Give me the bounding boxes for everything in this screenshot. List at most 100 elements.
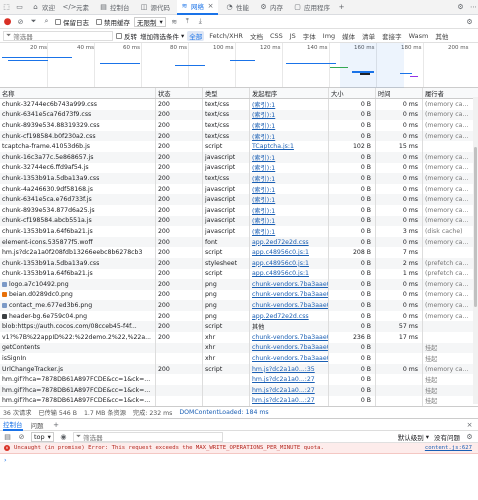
column-header-size[interactable]: 大小 (329, 88, 375, 98)
cell-initiator[interactable]: (索引):1 (250, 99, 328, 110)
filter-chip-css[interactable]: CSS (268, 31, 285, 41)
table-row[interactable]: chunk-8939e534.88319329.css 200 text/css (索… (0, 120, 478, 131)
eye-icon[interactable]: ◉ (59, 432, 68, 441)
cell-initiator[interactable]: app.2ed72e2d.css (250, 311, 328, 322)
drawer-tab-issues[interactable]: 问题 (31, 418, 44, 431)
timeline-overview[interactable]: 20 ms 40 ms 60 ms 80 ms 100 ms 120 ms 14… (0, 43, 478, 88)
cell-initiator[interactable]: (索引):1 (250, 184, 328, 195)
cell-initiator[interactable]: (索引):1 (250, 131, 328, 142)
cell-initiator[interactable]: chunk-vendors.7ba3aae0... (250, 332, 328, 343)
cell-initiator[interactable]: app.c48956c0.js:1 (250, 258, 328, 269)
tab-sources[interactable]: ◫ 源代码 (137, 0, 174, 15)
close-drawer-icon[interactable]: × (465, 420, 474, 429)
column-header-name[interactable]: 名称 (0, 88, 155, 98)
cell-initiator[interactable]: chunk-vendors.7ba3aae0... (250, 343, 328, 354)
cell-initiator[interactable]: (索引):1 (250, 110, 328, 121)
settings-icon[interactable]: ⚙ (456, 3, 465, 12)
column-header-initiator[interactable]: 发起程序 (250, 88, 328, 98)
clear-icon[interactable]: ⊘ (16, 17, 25, 26)
filter-chip-wasm[interactable]: Wasm (407, 31, 431, 41)
issues-count[interactable]: 没有问题 (434, 432, 460, 442)
filter-chip-fetch[interactable]: Fetch/XHR (207, 31, 245, 41)
drawer-tab-console[interactable]: 控制台 (3, 418, 23, 431)
close-icon[interactable]: × (206, 2, 215, 11)
console-prompt[interactable]: › (0, 454, 478, 465)
cell-initiator[interactable]: (索引):1 (250, 205, 328, 216)
more-icon[interactable]: ⋯ (469, 3, 478, 12)
filter-chip-manifest[interactable]: 清单 (360, 31, 377, 41)
cell-initiator[interactable]: chunk-vendors.7ba3aae0... (250, 300, 328, 311)
table-row[interactable]: chunk-6341e5ca.e76d733f.js 200 javascript (… (0, 194, 478, 205)
search-icon[interactable]: ⌕ (42, 17, 51, 26)
export-icon[interactable]: ⤓ (196, 17, 205, 26)
cell-initiator[interactable]: hm.js?dc2a1a0...:27 (250, 396, 328, 406)
more-filters-select[interactable]: 增加筛选条件 ▾ (140, 31, 184, 41)
table-row[interactable]: hm.gif?hca=7878DB61A897FCDE&cc=1&ck=... h… (0, 374, 478, 386)
column-header-type[interactable]: 类型 (203, 88, 249, 98)
preserve-log-checkbox[interactable]: 保留日志 (55, 17, 89, 27)
table-row[interactable]: chunk-16c3a77c.5e868657.js 200 javascript (… (0, 151, 478, 163)
context-select[interactable]: top ▾ (31, 431, 54, 442)
console-error-message[interactable]: ✕ Uncaught (in promise) Error: This requ… (0, 443, 478, 454)
table-row[interactable]: chunk-32744ec6b743a999.css 200 text/css (索引… (0, 99, 478, 110)
inspect-icon[interactable]: ⬚ (2, 3, 11, 12)
table-row[interactable]: hm.gif?hca=7878DB61A897FCDE&cc=1&ck=... h… (0, 385, 478, 396)
table-row[interactable]: hm.gif?hca=7878DB61A897FCDE&cc=1&ck=... h… (0, 395, 478, 406)
table-row[interactable]: header-bg.6e759c04.png 200 png app.2ed72e2d… (0, 310, 478, 322)
tab-console[interactable]: ▤ 控制台 (96, 0, 133, 15)
invert-checkbox[interactable]: 反转 (116, 31, 137, 41)
tab-network[interactable]: ≋ 网络 × (177, 0, 218, 15)
table-row[interactable]: chunk-32744ec6.ffd9af54.js 200 javascript (… (0, 162, 478, 174)
filter-chip-img[interactable]: Img (321, 31, 337, 41)
import-icon[interactable]: ⤒ (183, 17, 192, 26)
disable-cache-checkbox[interactable]: 禁用缓存 (96, 17, 130, 27)
filter-chip-doc[interactable]: 文档 (248, 31, 265, 41)
cell-initiator[interactable]: (索引):1 (250, 226, 328, 237)
filter-chip-font[interactable]: 字体 (301, 31, 318, 41)
sidebar-toggle-icon[interactable]: ▤ (3, 432, 12, 441)
table-row[interactable]: logo.a7c10492.png 200 png chunk-vendors.7ba… (0, 279, 478, 290)
table-scrollbar[interactable] (473, 97, 478, 404)
filter-chip-media[interactable]: 媒体 (340, 31, 357, 41)
table-row[interactable]: UrlChangeTracker.js 200 script hm.js?dc2a1a… (0, 363, 478, 375)
table-row[interactable]: chunk-8939e534.877d6a25.js 200 javascript (… (0, 204, 478, 216)
error-source-link[interactable]: content.js:627 (425, 445, 472, 451)
table-row[interactable]: chunk-1353b91a.5dba13a9.css 200 text/css (索… (0, 173, 478, 184)
add-tab-icon[interactable]: + (52, 420, 61, 429)
table-row[interactable]: chunk-1353b91a.5dba13a9.css 200 stylesheet… (0, 257, 478, 269)
tab-welcome[interactable]: ⌂ 欢迎 (28, 0, 58, 15)
table-row[interactable]: blob:https://auth.cocos.com/08cceb45-f4f… (0, 321, 478, 333)
filter-icon[interactable]: ⏷ (29, 17, 38, 26)
cell-initiator[interactable]: TCaptcha.js:1 (250, 141, 328, 152)
filter-input[interactable]: ⏷ 筛选器 (3, 30, 113, 41)
network-settings-icon[interactable]: ⚙ (465, 17, 474, 26)
tab-elements[interactable]: </> 元素 (62, 0, 92, 15)
cell-initiator[interactable]: (索引):1 (250, 194, 328, 205)
column-header-status[interactable]: 状态 (156, 88, 202, 98)
tab-performance[interactable]: ◔ 性能 (222, 0, 252, 15)
filter-chip-ws[interactable]: 套接字 (380, 31, 404, 41)
cell-initiator[interactable]: hm.js?dc2a1a0...:35 (250, 364, 328, 375)
log-levels-select[interactable]: 默认级别 ▾ (398, 432, 429, 442)
cell-initiator[interactable]: (索引):1 (250, 173, 328, 184)
table-row[interactable]: element-icons.535877f5.woff 200 font app.2e… (0, 236, 478, 248)
table-row[interactable]: contact_me.677ed3b6.png 200 png chunk-vendo… (0, 300, 478, 311)
table-row[interactable]: chunk-cf198584.b0f230a2.css 200 text/css (索… (0, 130, 478, 142)
clear-console-icon[interactable]: ⊘ (17, 432, 26, 441)
tab-application[interactable]: ▢ 应用程序 (290, 0, 333, 15)
scrollbar-thumb[interactable] (474, 147, 477, 307)
wifi-settings-icon[interactable]: ≋ (170, 17, 179, 26)
table-row[interactable]: hm.js?dc2a1a0f208fdb13266eebc8b6278cb3 20… (0, 247, 478, 258)
cell-initiator[interactable]: hm.js?dc2a1a0...:27 (250, 385, 328, 396)
cell-initiator[interactable]: chunk-vendors.7ba3aae0... (250, 290, 328, 301)
column-header-time[interactable]: 时间 (376, 88, 422, 98)
filter-chip-js[interactable]: JS (288, 31, 298, 41)
filter-chip-other[interactable]: 其他 (433, 31, 450, 41)
cell-initiator[interactable]: chunk-vendors.7ba3aae0... (250, 353, 328, 364)
cell-initiator[interactable]: (索引):1 (250, 216, 328, 227)
table-row[interactable]: chunk-4a246630.9df58168.js 200 javascript (… (0, 183, 478, 195)
cell-initiator[interactable]: (索引):1 (250, 120, 328, 131)
cell-initiator[interactable]: app.2ed72e2d.css (250, 237, 328, 248)
table-row[interactable]: isSignIn xhr chunk-vendors.7ba3aae0... 0 B 挂… (0, 353, 478, 364)
settings-icon[interactable]: ⚙ (465, 432, 474, 441)
